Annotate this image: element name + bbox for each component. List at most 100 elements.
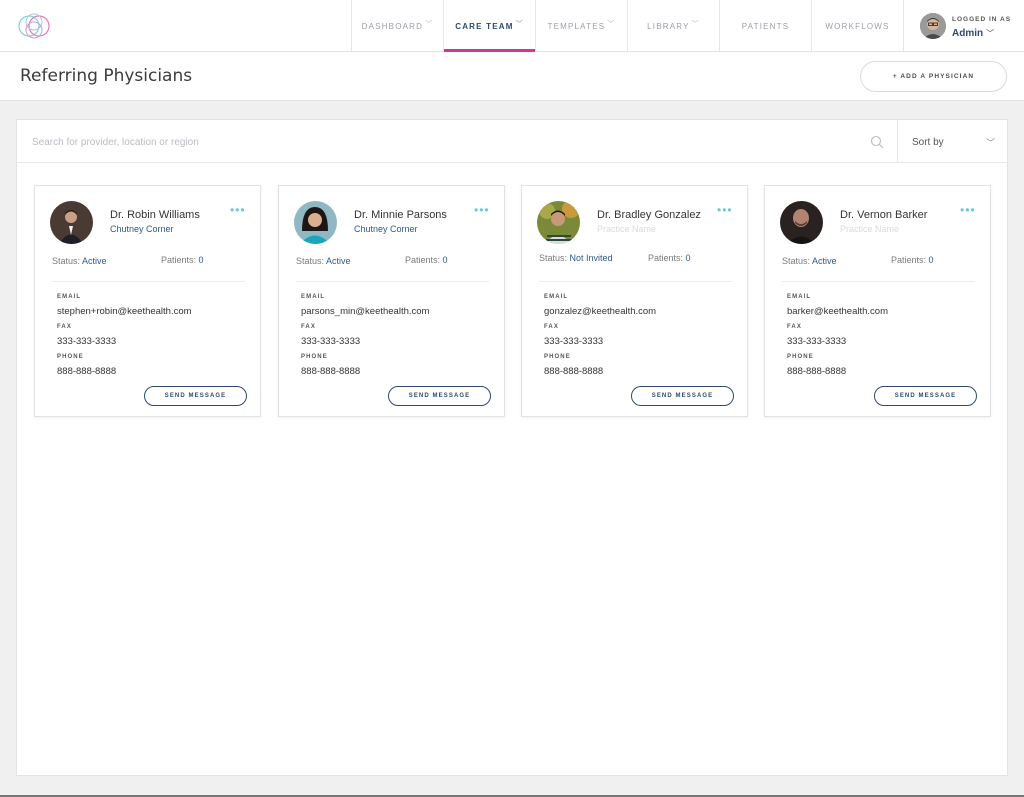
status-label: Status:: [539, 253, 568, 263]
practice-name: Practice Name: [597, 224, 657, 234]
more-options-icon[interactable]: •••: [474, 203, 490, 217]
divider: [52, 281, 245, 282]
patients: Patients: 0: [161, 255, 204, 265]
physician-card: Dr. Bradley Gonzalez Practice Name ••• S…: [521, 185, 748, 417]
nav-patients[interactable]: PATIENTS: [719, 0, 811, 52]
phone-label: PHONE: [301, 354, 328, 360]
status: Status: Active: [782, 256, 837, 266]
email-value: stephen+robin@keethealth.com: [57, 306, 192, 317]
status-value: Active: [82, 256, 107, 266]
avatar: [780, 201, 823, 244]
patients-label: Patients:: [891, 255, 927, 265]
nav-dashboard[interactable]: DASHBOARD ﹀: [351, 0, 443, 52]
fax-value: 333-333-3333: [301, 336, 361, 347]
email-value: gonzalez@keethealth.com: [544, 306, 657, 317]
fax-label: FAX: [544, 324, 559, 330]
user-menu[interactable]: LOGGED IN AS Admin ﹀: [903, 0, 1024, 52]
phone-label: PHONE: [57, 354, 84, 360]
status-label: Status:: [296, 256, 325, 266]
email-label: EMAIL: [787, 294, 812, 300]
patients: Patients: 0: [891, 255, 934, 265]
avatar: [294, 201, 337, 244]
more-options-icon[interactable]: •••: [960, 203, 976, 217]
chevron-down-icon: ﹀: [425, 21, 434, 28]
more-options-icon[interactable]: •••: [717, 203, 733, 217]
avatar: [920, 13, 946, 39]
practice-name: Chutney Corner: [110, 224, 174, 234]
logged-in-label: LOGGED IN AS: [952, 16, 1012, 23]
phone-label: PHONE: [787, 354, 814, 360]
send-message-button[interactable]: SEND MESSAGE: [631, 386, 734, 406]
physician-card: Dr. Robin Williams Chutney Corner ••• St…: [34, 185, 261, 417]
chevron-down-icon: ﹀: [985, 138, 995, 148]
sort-dropdown[interactable]: Sort by ﹀: [897, 120, 1007, 163]
chevron-down-icon: ﹀: [691, 21, 700, 28]
nav-workflows[interactable]: WORKFLOWS: [811, 0, 903, 52]
nav-label: TEMPLATES: [547, 21, 606, 31]
fax-value: 333-333-3333: [57, 336, 117, 347]
email-value: barker@keethealth.com: [787, 306, 888, 317]
email-label: EMAIL: [544, 294, 569, 300]
patients-count: 0: [685, 253, 691, 263]
page-title: Referring Physicians: [20, 66, 193, 86]
chevron-down-icon: ﹀: [515, 21, 524, 28]
status: Status: Active: [296, 256, 351, 266]
search-icon[interactable]: [870, 135, 884, 149]
send-message-button[interactable]: SEND MESSAGE: [388, 386, 491, 406]
send-message-button[interactable]: SEND MESSAGE: [144, 386, 247, 406]
divider: [782, 281, 975, 282]
patients: Patients: 0: [648, 253, 691, 263]
patients-label: Patients:: [161, 255, 197, 265]
patients-count: 0: [928, 255, 934, 265]
fax-label: FAX: [787, 324, 802, 330]
practice-name: Chutney Corner: [354, 224, 418, 234]
more-options-icon[interactable]: •••: [230, 203, 246, 217]
status-value: Not Invited: [569, 253, 613, 263]
phone-value: 888-888-8888: [57, 366, 117, 377]
nav-templates[interactable]: TEMPLATES ﹀: [535, 0, 627, 52]
status-label: Status:: [52, 256, 81, 266]
user-name-text: Admin: [952, 28, 984, 39]
fax-label: FAX: [301, 324, 316, 330]
physician-name[interactable]: Dr. Bradley Gonzalez: [597, 209, 701, 221]
nav-label: PATIENTS: [741, 21, 790, 31]
nav-care-team[interactable]: CARE TEAM ﹀: [443, 0, 535, 52]
page-header: Referring Physicians + ADD A PHYSICIAN: [0, 52, 1024, 101]
physician-name[interactable]: Dr. Vernon Barker: [840, 209, 927, 221]
fax-value: 333-333-3333: [787, 336, 847, 347]
nav-label: DASHBOARD: [361, 21, 424, 31]
nav-library[interactable]: LIBRARY ﹀: [627, 0, 719, 52]
search-input[interactable]: Search for provider, location or region: [32, 137, 199, 148]
chevron-down-icon: ﹀: [607, 21, 616, 28]
phone-value: 888-888-8888: [787, 366, 847, 377]
status-label: Status:: [782, 256, 811, 266]
main-nav: DASHBOARD ﹀ CARE TEAM ﹀ TEMPLATES ﹀ LIBRARY…: [351, 0, 1024, 52]
add-physician-button[interactable]: + ADD A PHYSICIAN: [860, 61, 1007, 92]
email-value: parsons_min@keethealth.com: [301, 306, 430, 317]
phone-value: 888-888-8888: [301, 366, 361, 377]
chevron-down-icon: ﹀: [986, 29, 995, 38]
physician-name[interactable]: Dr. Minnie Parsons: [354, 209, 447, 221]
avatar: [50, 201, 93, 244]
patients: Patients: 0: [405, 255, 448, 265]
status: Status: Active: [52, 256, 107, 266]
physician-name[interactable]: Dr. Robin Williams: [110, 209, 200, 221]
practice-name: Practice Name: [840, 224, 900, 234]
phone-value: 888-888-8888: [544, 366, 604, 377]
physician-card: Dr. Vernon Barker Practice Name ••• Stat…: [764, 185, 991, 417]
status-value: Active: [326, 256, 351, 266]
keet-logo-icon[interactable]: [16, 12, 52, 40]
patients-count: 0: [442, 255, 448, 265]
patients-label: Patients:: [405, 255, 441, 265]
divider: [296, 281, 489, 282]
physician-card: Dr. Minnie Parsons Chutney Corner ••• St…: [278, 185, 505, 417]
user-name[interactable]: Admin ﹀: [952, 28, 994, 39]
patients-label: Patients:: [648, 253, 684, 263]
send-message-button[interactable]: SEND MESSAGE: [874, 386, 977, 406]
status-value: Active: [812, 256, 837, 266]
patients-count: 0: [198, 255, 204, 265]
status: Status: Not Invited: [539, 253, 613, 263]
avatar: [537, 201, 580, 244]
nav-label: CARE TEAM: [455, 21, 514, 31]
search-bar: Search for provider, location or region …: [17, 120, 1007, 163]
